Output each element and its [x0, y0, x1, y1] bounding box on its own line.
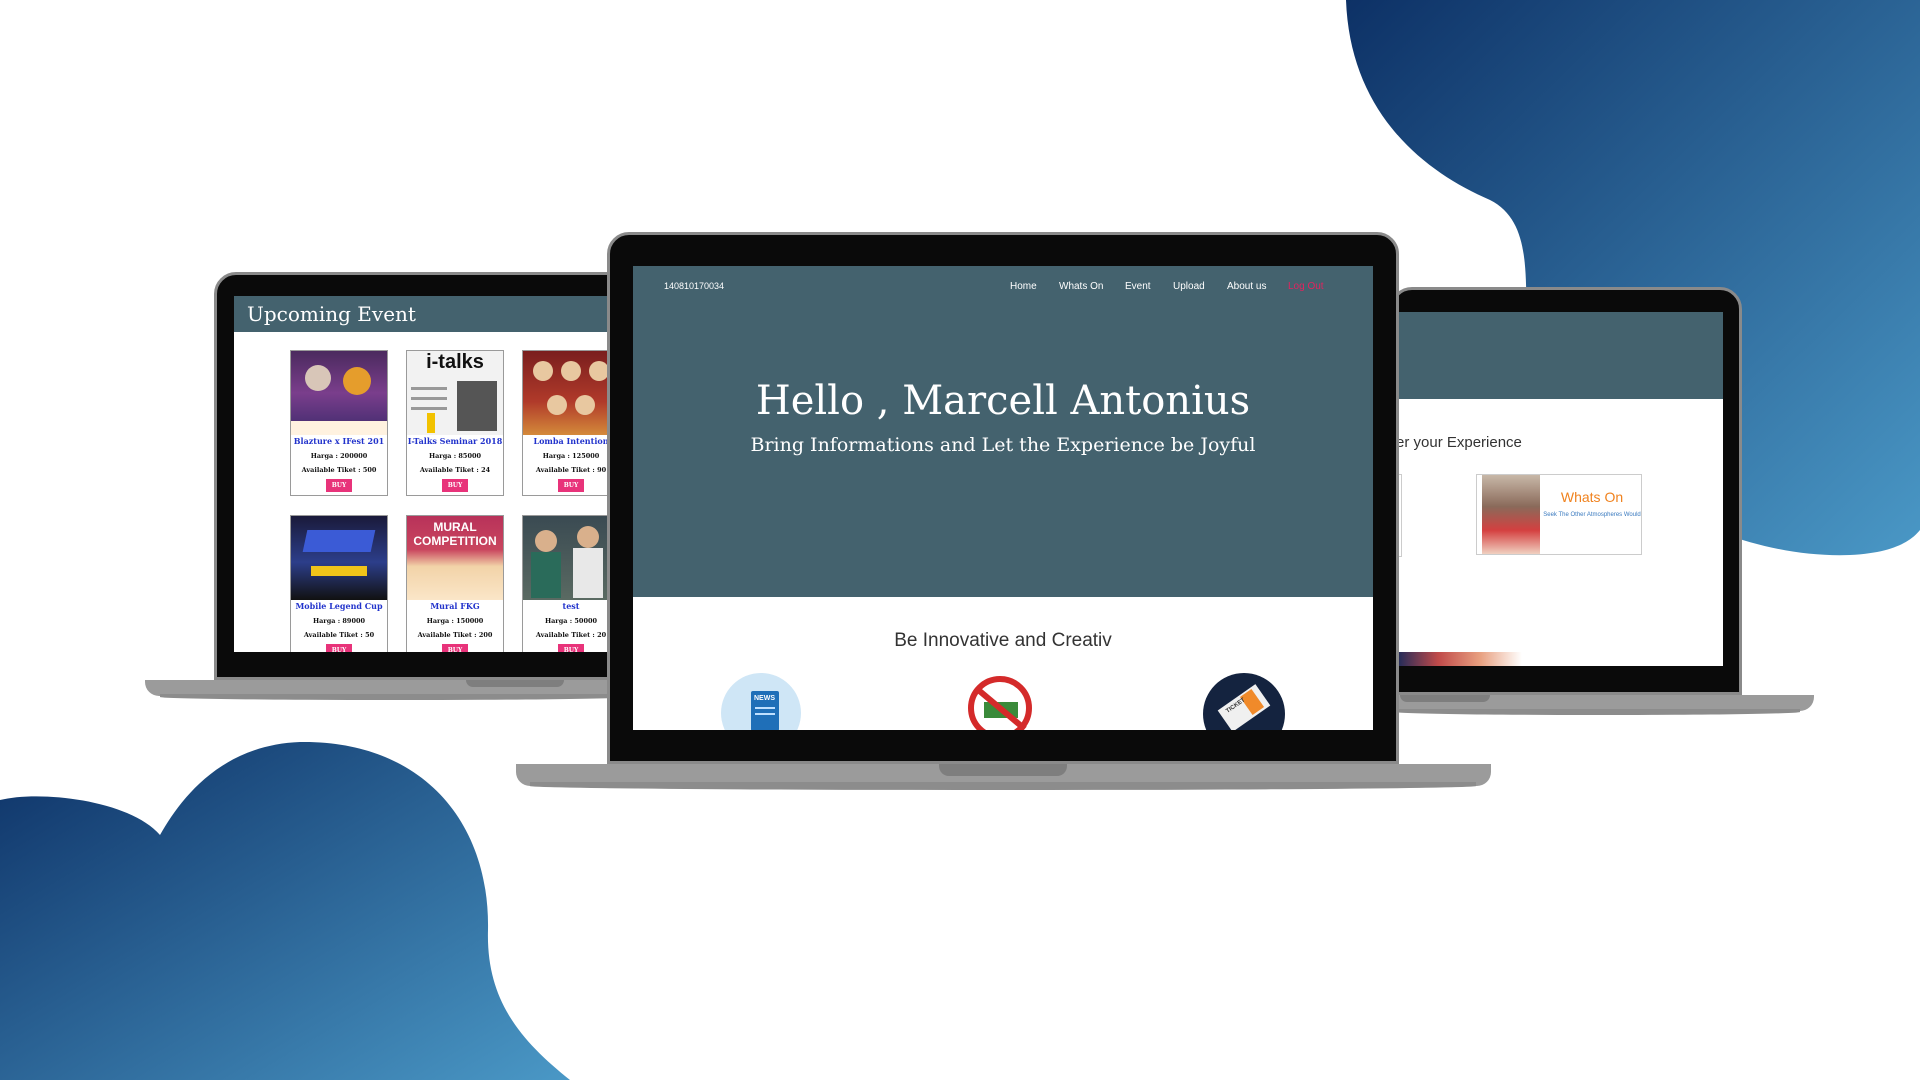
event-poster: i-talks — [407, 351, 503, 435]
event-price: Harga : 85000 — [428, 452, 482, 460]
center-screen: 140810170034 Home Whats On Event Upload … — [633, 266, 1373, 730]
poster-mural-text: MURAL COMPETITION — [413, 520, 497, 548]
buy-button[interactable]: BUY — [441, 644, 469, 652]
nav-home[interactable]: Home — [1010, 281, 1037, 292]
event-card[interactable]: i-talks I-Talks Seminar 2018 Harga : 850… — [406, 350, 504, 496]
event-title: I-Talks Seminar 2018 — [407, 436, 503, 446]
hero-section: 140810170034 Home Whats On Event Upload … — [633, 266, 1373, 597]
right-screen: er your Experience Whats On Seek The Oth… — [1396, 312, 1723, 666]
whats-on-title: Whats On — [1560, 489, 1624, 505]
center-laptop-base-edge — [530, 782, 1476, 790]
event-card[interactable]: test Harga : 50000 Available Tiket : 20 … — [522, 515, 614, 652]
nav-log-out[interactable]: Log Out — [1288, 281, 1324, 292]
event-poster — [523, 351, 614, 435]
event-available: Available Tiket : 90 — [535, 466, 607, 474]
event-title: Blazture x IFest 201 — [293, 436, 385, 446]
event-poster — [291, 351, 387, 435]
left-laptop-notch — [466, 680, 564, 687]
right-laptop-notch — [1400, 695, 1490, 702]
section-title: Be Innovative and Creativ — [894, 630, 1112, 651]
event-poster: MURAL COMPETITION — [407, 516, 503, 600]
whats-on-image — [1482, 475, 1540, 554]
no-money-icon — [968, 676, 1032, 730]
nav-upload[interactable]: Upload — [1173, 281, 1205, 292]
event-available: Available Tiket : 24 — [419, 466, 491, 474]
center-laptop-notch — [939, 764, 1067, 776]
event-card[interactable]: Blazture x IFest 201 Harga : 200000 Avai… — [290, 350, 388, 496]
event-price: Harga : 50000 — [544, 617, 598, 625]
hero-title: Hello , Marcell Antonius — [755, 378, 1251, 424]
right-header-bar — [1396, 312, 1723, 399]
whats-on-desc: Seek The Other Atmospheres Would — [1543, 512, 1641, 518]
main-nav: Home Whats On Event Upload About us Log … — [633, 281, 1373, 295]
event-poster — [291, 516, 387, 600]
event-available: Available Tiket : 500 — [301, 466, 377, 474]
right-section-text: er your Experience — [1396, 434, 1522, 451]
hero-subtitle: Bring Informations and Let the Experienc… — [750, 434, 1256, 456]
event-card[interactable]: Mobile Legend Cup Harga : 89000 Availabl… — [290, 515, 388, 652]
event-available: Available Tiket : 200 — [417, 631, 493, 639]
news-icon: NEWS — [721, 673, 801, 730]
buy-button[interactable]: BUY — [325, 644, 353, 652]
event-poster — [523, 516, 614, 600]
ticket-icon: TICKET — [1203, 673, 1285, 730]
event-available: Available Tiket : 50 — [303, 631, 375, 639]
event-price: Harga : 89000 — [312, 617, 366, 625]
right-laptop-base-edge — [1396, 709, 1800, 715]
event-price: Harga : 125000 — [542, 452, 600, 460]
poster-italks-text: i-talks — [426, 351, 484, 373]
event-title: Mobile Legend Cup — [295, 601, 383, 611]
left-laptop-base-edge — [160, 694, 630, 700]
event-card[interactable]: Lomba Intention Harga : 125000 Available… — [522, 350, 614, 496]
left-screen: Upcoming Event Blazture x IFest 201 Harg… — [234, 296, 614, 652]
nav-whats-on[interactable]: Whats On — [1059, 281, 1103, 292]
buy-button[interactable]: BUY — [441, 479, 469, 492]
upcoming-event-title: Upcoming Event — [247, 302, 416, 326]
buy-button[interactable]: BUY — [557, 644, 585, 652]
nav-event[interactable]: Event — [1125, 281, 1151, 292]
nav-about-us[interactable]: About us — [1227, 281, 1266, 292]
event-title: Lomba Intention — [533, 436, 609, 446]
whats-on-card[interactable]: Whats On Seek The Other Atmospheres Woul… — [1476, 474, 1642, 555]
event-price: Harga : 200000 — [310, 452, 368, 460]
event-available: Available Tiket : 20 — [535, 631, 607, 639]
left-header-bar: Upcoming Event — [234, 296, 614, 332]
right-bottom-image — [1396, 652, 1522, 666]
event-title: test — [562, 601, 580, 611]
buy-button[interactable]: BUY — [325, 479, 353, 492]
event-card[interactable]: MURAL COMPETITION Mural FKG Harga : 1500… — [406, 515, 504, 652]
news-icon-label: NEWS — [754, 695, 775, 702]
event-price: Harga : 150000 — [426, 617, 484, 625]
event-title: Mural FKG — [430, 601, 480, 611]
buy-button[interactable]: BUY — [557, 479, 585, 492]
